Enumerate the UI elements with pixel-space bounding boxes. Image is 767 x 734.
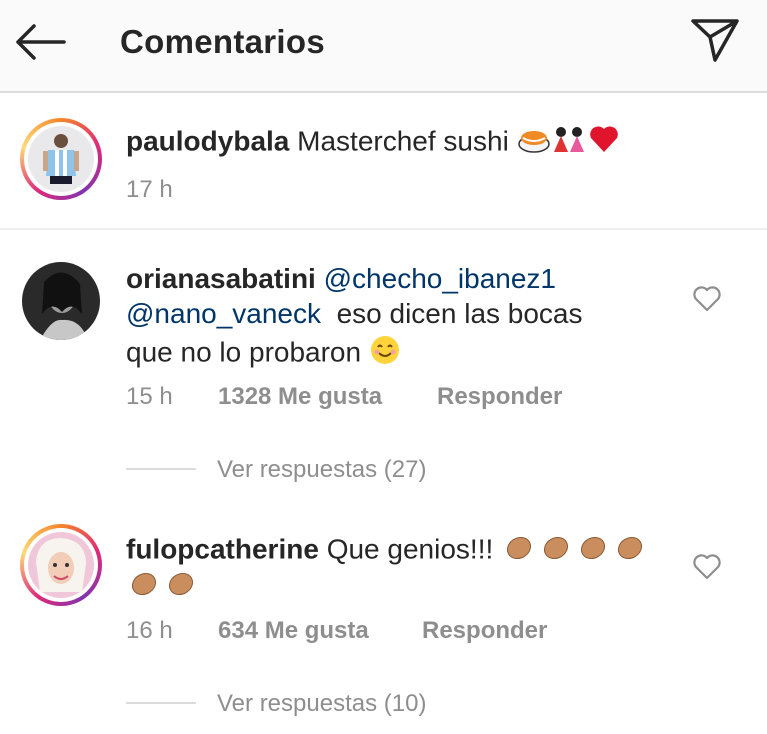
back-arrow-icon[interactable] <box>12 22 68 62</box>
post-caption: paulodybala Masterchef sushi 17 h <box>0 94 767 230</box>
comment-line-3: que no lo probaron <box>126 334 401 374</box>
post-username[interactable]: paulodybala <box>126 125 289 156</box>
heart-emoji-icon <box>587 124 621 162</box>
caption-line: paulodybala Masterchef sushi <box>126 124 621 162</box>
view-replies-button[interactable]: Ver respuestas (10) <box>217 690 426 718</box>
comment-line-2: @nano_vaneck eso dicen las bocas <box>126 297 583 331</box>
view-replies-button[interactable]: Ver respuestas (27) <box>217 456 426 484</box>
comment-text: Que genios!!! <box>326 533 494 565</box>
clapping-hands-emoji-icon <box>126 566 200 608</box>
comment-text: eso dicen las bocas <box>336 298 583 329</box>
divider <box>126 468 196 470</box>
avatar[interactable] <box>20 524 102 606</box>
page-title: Comentarios <box>120 23 326 60</box>
reply-button[interactable]: Responder <box>422 617 547 645</box>
divider <box>126 702 196 704</box>
comment-timestamp: 16 h <box>126 617 173 644</box>
player-photo-icon <box>28 126 94 192</box>
top-bar: Comentarios <box>0 0 767 93</box>
sushi-emoji-icon <box>517 124 551 162</box>
like-heart-icon[interactable] <box>692 553 722 581</box>
mention-link[interactable]: @nano_vaneck <box>126 298 321 329</box>
dolls-emoji-icon <box>551 124 587 162</box>
comment-line-1: fulopcatherine Que genios!!! <box>126 530 649 572</box>
comment-timestamp: 15 h <box>126 383 173 410</box>
reply-button[interactable]: Responder <box>437 383 562 411</box>
comment-line-1: orianasabatini @checho_ibanez1 <box>126 262 556 296</box>
comment-line-2 <box>126 566 200 608</box>
comment-username[interactable]: orianasabatini <box>126 263 316 294</box>
clapping-hands-emoji-icon <box>501 530 649 572</box>
comment-username[interactable]: fulopcatherine <box>126 533 319 564</box>
like-heart-icon[interactable] <box>692 285 722 313</box>
caption-text: Masterchef sushi <box>297 125 509 157</box>
post-timestamp: 17 h <box>126 176 173 203</box>
avatar[interactable] <box>22 262 100 340</box>
smiling-face-emoji-icon <box>369 334 401 374</box>
likes-count[interactable]: 634 Me gusta <box>218 617 369 645</box>
likes-count[interactable]: 1328 Me gusta <box>218 383 382 411</box>
paper-plane-icon[interactable] <box>688 15 742 65</box>
comment-text: que no lo probaron <box>126 336 362 368</box>
avatar[interactable] <box>20 118 102 200</box>
mention-link[interactable]: @checho_ibanez1 <box>324 263 556 294</box>
